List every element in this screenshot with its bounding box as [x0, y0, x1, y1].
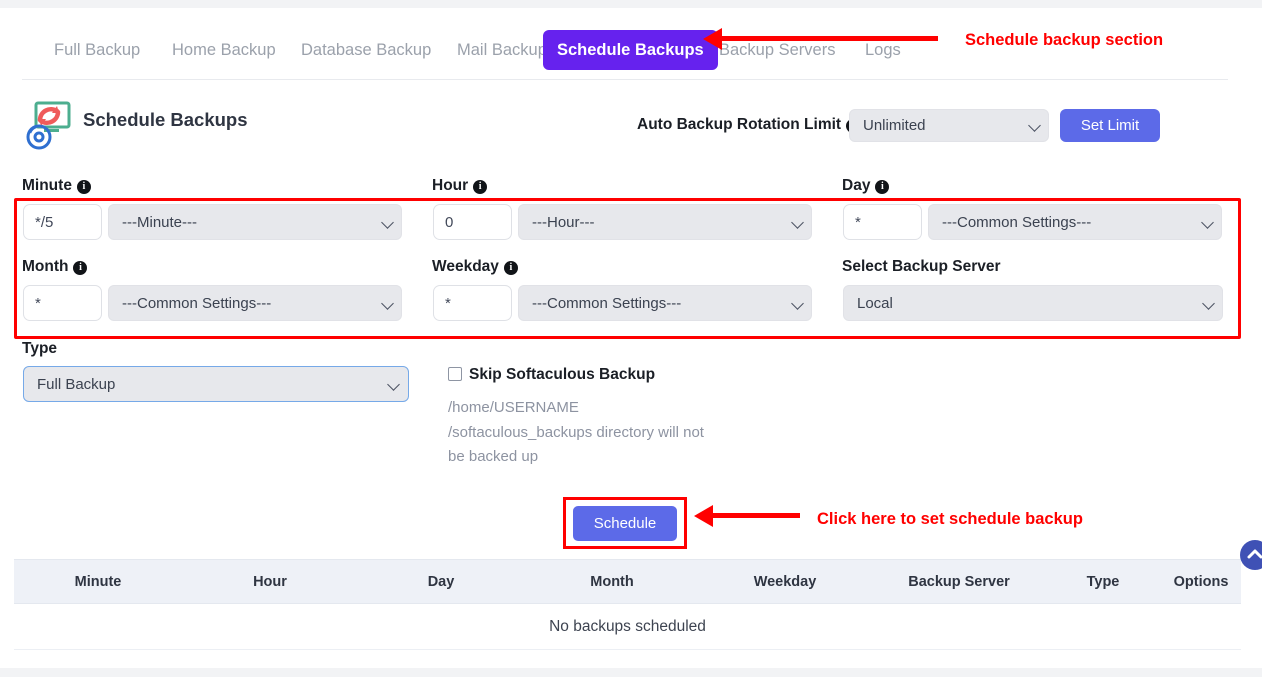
month-label: Monthi — [22, 258, 87, 276]
scroll-to-top-button[interactable] — [1240, 540, 1262, 570]
weekday-label-text: Weekday — [432, 258, 499, 275]
type-label: Type — [22, 340, 57, 358]
info-icon-day[interactable]: i — [875, 180, 889, 194]
footer-strip — [0, 668, 1262, 677]
column-header-type: Type — [1087, 574, 1120, 590]
backup-server-select[interactable]: Local — [843, 285, 1223, 321]
column-header-day: Day — [428, 574, 455, 590]
month-label-text: Month — [22, 258, 68, 275]
hour-input[interactable] — [433, 204, 512, 240]
info-icon-hour[interactable]: i — [473, 180, 487, 194]
annotation-schedule-note: Click here to set schedule backup — [817, 510, 1083, 529]
rotation-limit-select[interactable]: Unlimited — [849, 109, 1049, 142]
annotation-arrow-line-schedule — [711, 513, 800, 518]
type-select[interactable]: Full Backup — [23, 366, 409, 402]
day-label: Dayi — [842, 177, 889, 195]
hour-label-text: Hour — [432, 177, 468, 194]
column-header-options: Options — [1174, 574, 1229, 590]
annotation-arrow-head-tab — [703, 28, 722, 50]
schedule-button[interactable]: Schedule — [573, 506, 677, 541]
weekday-label: Weekday i — [432, 258, 518, 276]
skip-help-line-1: /home/USERNAME — [448, 396, 738, 421]
hour-select[interactable]: ---Hour--- — [518, 204, 812, 240]
skip-help-line-3: be backed up — [448, 445, 738, 470]
page-title: Schedule Backups — [83, 109, 248, 131]
info-icon-month[interactable]: i — [73, 261, 87, 275]
annotation-tab-note: Schedule backup section — [965, 31, 1163, 50]
schedule-backup-icon — [24, 100, 80, 152]
day-input[interactable] — [843, 204, 922, 240]
schedule-table-header: Minute Hour Day Month Weekday Backup Ser… — [14, 559, 1241, 604]
column-header-month: Month — [590, 574, 633, 590]
column-header-weekday: Weekday — [754, 574, 817, 590]
backup-server-label: Select Backup Server — [842, 258, 1001, 276]
skip-softaculous-checkbox[interactable] — [448, 367, 462, 381]
set-limit-button[interactable]: Set Limit — [1060, 109, 1160, 142]
tab-database-backup[interactable]: Database Backup — [287, 30, 445, 70]
skip-softaculous-row[interactable]: Skip Softaculous Backup — [448, 366, 655, 384]
annotation-arrow-line-tab — [720, 36, 938, 41]
skip-help-line-2: /softaculous_backups directory will not — [448, 421, 738, 446]
skip-softaculous-label: Skip Softaculous Backup — [469, 366, 655, 383]
annotation-arrow-head-schedule — [694, 505, 713, 527]
hour-label: Houri — [432, 177, 487, 195]
tab-schedule-backups[interactable]: Schedule Backups — [543, 30, 718, 70]
rotation-limit-text: Auto Backup Rotation Limit — [637, 116, 841, 133]
page-container: Full Backup Home Backup Database Backup … — [0, 8, 1262, 669]
minute-label-text: Minute — [22, 177, 72, 194]
chevron-up-icon — [1240, 540, 1262, 570]
minute-select[interactable]: ---Minute--- — [108, 204, 402, 240]
month-input[interactable] — [23, 285, 102, 321]
weekday-select[interactable]: ---Common Settings--- — [518, 285, 812, 321]
minute-label: Minutei — [22, 177, 91, 195]
tab-home-backup[interactable]: Home Backup — [158, 30, 290, 70]
day-label-text: Day — [842, 177, 870, 194]
month-select[interactable]: ---Common Settings--- — [108, 285, 402, 321]
info-icon-weekday[interactable]: i — [504, 261, 518, 275]
info-icon-minute[interactable]: i — [77, 180, 91, 194]
weekday-input[interactable] — [433, 285, 512, 321]
minute-input[interactable] — [23, 204, 102, 240]
column-header-hour: Hour — [253, 574, 287, 590]
rotation-limit-label: Auto Backup Rotation Limiti — [637, 116, 860, 134]
empty-state-message: No backups scheduled — [14, 604, 1241, 650]
column-header-minute: Minute — [75, 574, 122, 590]
tab-full-backup[interactable]: Full Backup — [40, 30, 154, 70]
day-select[interactable]: ---Common Settings--- — [928, 204, 1222, 240]
column-header-backup-server: Backup Server — [908, 574, 1010, 590]
skip-softaculous-help: /home/USERNAME /softaculous_backups dire… — [448, 396, 738, 470]
